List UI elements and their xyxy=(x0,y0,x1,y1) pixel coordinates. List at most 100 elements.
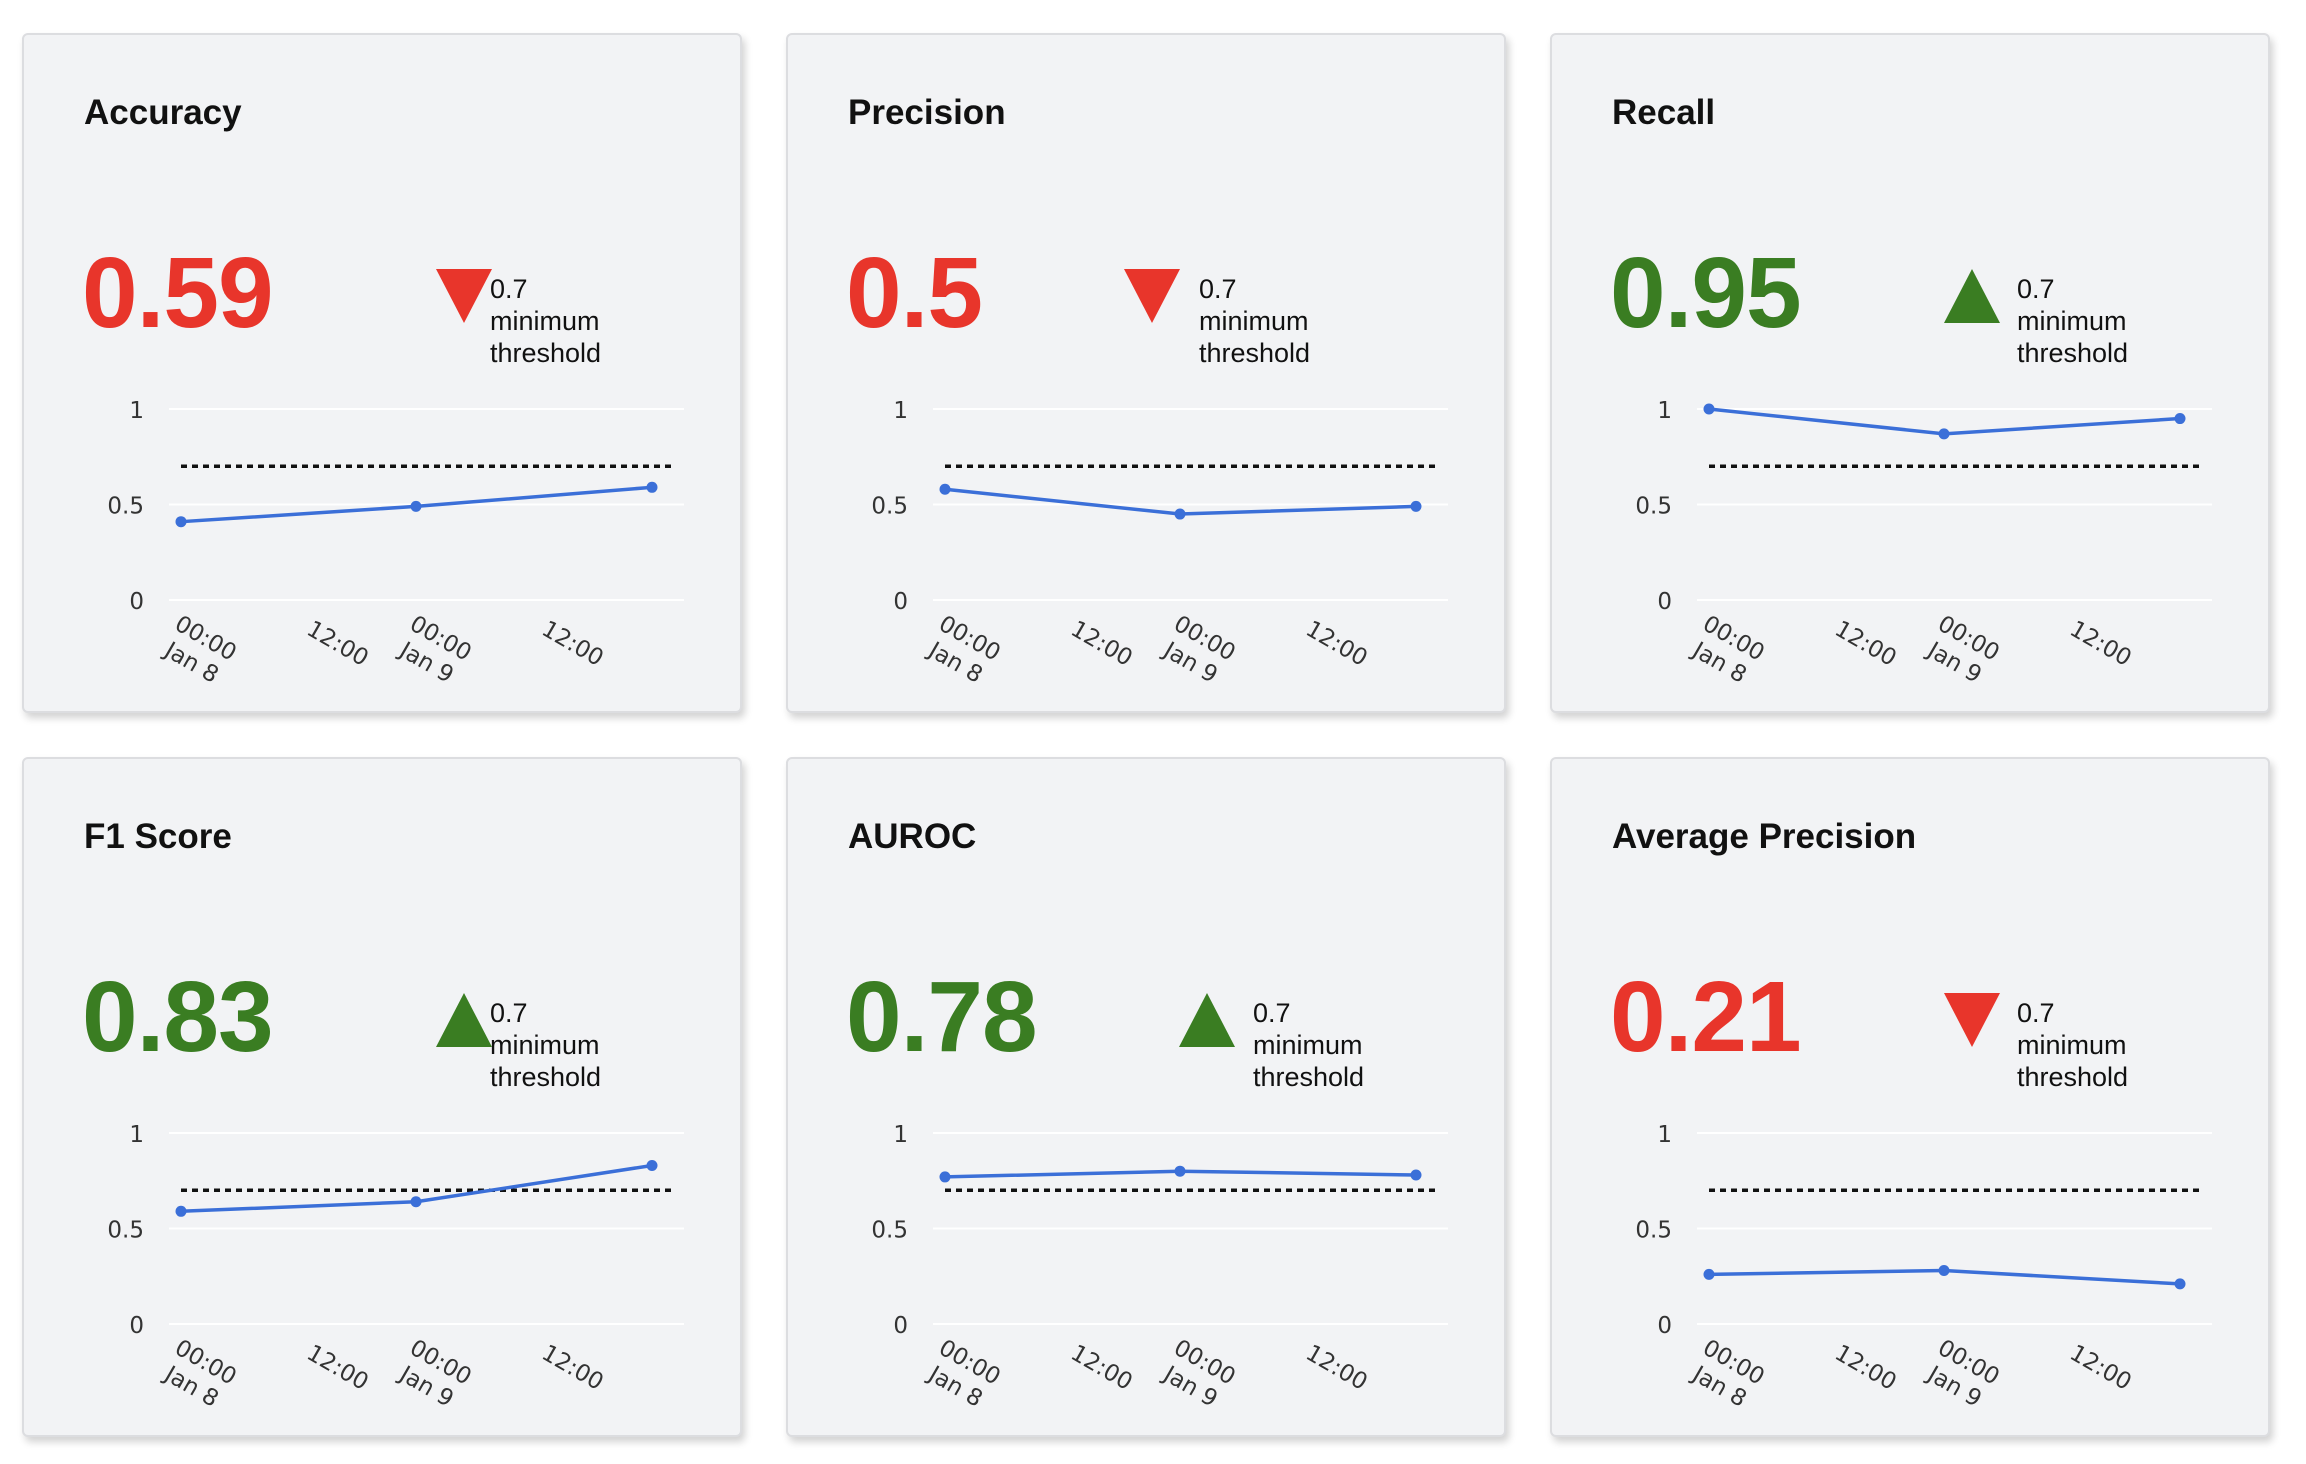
triangle-up-icon xyxy=(1944,269,2000,323)
y-tick-label: 0.5 xyxy=(1635,494,1672,520)
data-point xyxy=(410,500,422,512)
y-tick-label: 1 xyxy=(1657,398,1672,424)
x-tick-text: 12:00 xyxy=(1066,1340,1136,1396)
threshold-line1: minimum xyxy=(1253,1030,1363,1060)
metric-card: AUROC 0.78 0.7 minimum threshold 0 0.5 1 00:00 Ja… xyxy=(786,757,1506,1437)
y-tick-label: 1 xyxy=(1657,1122,1672,1148)
y-tick-label: 0.5 xyxy=(107,494,144,520)
x-tick-text: 12:00 xyxy=(2065,1340,2135,1396)
threshold-line2: threshold xyxy=(2017,1062,2129,1092)
data-point xyxy=(1174,1165,1186,1177)
threshold-line2: threshold xyxy=(490,1062,602,1092)
metric-value: 0.83 xyxy=(82,961,274,1073)
metric-value: 0.21 xyxy=(1610,961,1802,1073)
x-tick-text: 12:00 xyxy=(1830,1340,1900,1396)
data-point xyxy=(1174,508,1186,520)
threshold-value: 0.7 xyxy=(1253,998,1291,1028)
x-tick-label: 00:00Jan 9 xyxy=(1921,611,2003,689)
line-chart: 0 0.5 1 00:00Jan 8 12:00 00:00Jan 9 12:00 xyxy=(1635,1122,2212,1413)
card-title: Precision xyxy=(848,93,1006,132)
data-point xyxy=(410,1196,422,1208)
threshold-value: 0.7 xyxy=(1199,274,1237,304)
y-tick-label: 0 xyxy=(129,589,144,615)
threshold-line2: threshold xyxy=(2017,338,2129,368)
threshold-note: 0.7 minimum threshold xyxy=(2017,273,2128,369)
threshold-line1: minimum xyxy=(2017,1030,2127,1060)
threshold-note: 0.7 minimum threshold xyxy=(490,273,601,369)
card-title: Accuracy xyxy=(84,93,242,132)
x-tick-label: 00:00Jan 9 xyxy=(393,611,475,689)
y-tick-label: 1 xyxy=(129,398,144,424)
triangle-up-icon xyxy=(1179,993,1235,1047)
card-title: Recall xyxy=(1612,93,1716,132)
data-point xyxy=(1410,500,1422,512)
x-tick-label: 12:00 xyxy=(1301,1340,1371,1396)
x-tick-text: 12:00 xyxy=(537,616,607,672)
x-tick-label: 00:00Jan 8 xyxy=(158,611,240,689)
line-chart: 0 0.5 1 00:00Jan 8 12:00 00:00Jan 9 12:00 xyxy=(871,1122,1448,1413)
y-tick-label: 1 xyxy=(893,1122,908,1148)
metric-value: 0.59 xyxy=(82,237,274,349)
data-point xyxy=(646,1159,658,1171)
x-tick-text: 12:00 xyxy=(1066,616,1136,672)
threshold-value: 0.7 xyxy=(2017,998,2055,1028)
x-tick-label: 00:00Jan 9 xyxy=(1157,611,1239,689)
triangle-up-icon xyxy=(436,993,492,1047)
data-point xyxy=(939,483,951,495)
metric-card: F1 Score 0.83 0.7 minimum threshold 0 0.5 1 00:0… xyxy=(22,757,742,1437)
x-tick-label: 12:00 xyxy=(1066,616,1136,672)
threshold-line2: threshold xyxy=(1253,1062,1365,1092)
x-tick-label: 12:00 xyxy=(537,616,607,672)
x-tick-text: 12:00 xyxy=(302,1340,372,1396)
triangle-down-icon xyxy=(1124,269,1180,323)
metric-value: 0.5 xyxy=(846,237,983,349)
threshold-note: 0.7 minimum threshold xyxy=(2017,997,2128,1093)
y-tick-label: 0 xyxy=(129,1313,144,1339)
threshold-line1: minimum xyxy=(490,306,600,336)
data-point xyxy=(175,1205,187,1217)
line-chart: 0 0.5 1 00:00Jan 8 12:00 00:00Jan 9 12:00 xyxy=(107,398,684,689)
x-tick-text: 12:00 xyxy=(1830,616,1900,672)
data-point xyxy=(2174,413,2186,425)
y-tick-label: 1 xyxy=(893,398,908,424)
y-tick-label: 0.5 xyxy=(871,494,908,520)
line-chart: 0 0.5 1 00:00Jan 8 12:00 00:00Jan 9 12:00 xyxy=(107,1122,684,1413)
data-point xyxy=(1703,403,1715,415)
threshold-value: 0.7 xyxy=(490,998,528,1028)
y-tick-label: 0 xyxy=(1657,589,1672,615)
y-tick-label: 0.5 xyxy=(871,1218,908,1244)
y-tick-label: 0 xyxy=(893,589,908,615)
data-point xyxy=(646,481,658,493)
data-point xyxy=(175,516,187,528)
x-tick-label: 00:00Jan 8 xyxy=(1686,1335,1768,1413)
x-tick-label: 00:00Jan 9 xyxy=(393,1335,475,1413)
x-tick-label: 00:00Jan 8 xyxy=(1686,611,1768,689)
metric-value: 0.95 xyxy=(1610,237,1802,349)
x-tick-label: 12:00 xyxy=(302,1340,372,1396)
threshold-value: 0.7 xyxy=(490,274,528,304)
card-title: AUROC xyxy=(848,817,977,856)
x-tick-text: 12:00 xyxy=(537,1340,607,1396)
metric-card: Recall 0.95 0.7 minimum threshold 0 0.5 1 00:00 J… xyxy=(1550,33,2270,713)
threshold-line1: minimum xyxy=(1199,306,1309,336)
x-tick-label: 12:00 xyxy=(2065,1340,2135,1396)
data-point xyxy=(1703,1268,1715,1280)
x-tick-text: 12:00 xyxy=(1301,1340,1371,1396)
x-tick-label: 00:00Jan 9 xyxy=(1921,1335,2003,1413)
line-chart: 0 0.5 1 00:00Jan 8 12:00 00:00Jan 9 12:00 xyxy=(1635,398,2212,689)
metric-value: 0.78 xyxy=(846,961,1038,1073)
x-tick-label: 12:00 xyxy=(1066,1340,1136,1396)
x-tick-label: 12:00 xyxy=(1830,1340,1900,1396)
card-title: F1 Score xyxy=(84,817,232,856)
threshold-note: 0.7 minimum threshold xyxy=(1199,273,1310,369)
x-tick-label: 12:00 xyxy=(1301,616,1371,672)
x-tick-label: 00:00Jan 8 xyxy=(922,1335,1004,1413)
threshold-line2: threshold xyxy=(490,338,602,368)
metric-card: Accuracy 0.59 0.7 minimum threshold 0 0.5 1 00:0… xyxy=(22,33,742,713)
x-tick-label: 12:00 xyxy=(537,1340,607,1396)
threshold-line1: minimum xyxy=(2017,306,2127,336)
x-tick-text: 12:00 xyxy=(302,616,372,672)
metric-card: Average Precision 0.21 0.7 minimum threshold… xyxy=(1550,757,2270,1437)
y-tick-label: 0.5 xyxy=(1635,1218,1672,1244)
line-chart: 0 0.5 1 00:00Jan 8 12:00 00:00Jan 9 12:00 xyxy=(871,398,1448,689)
